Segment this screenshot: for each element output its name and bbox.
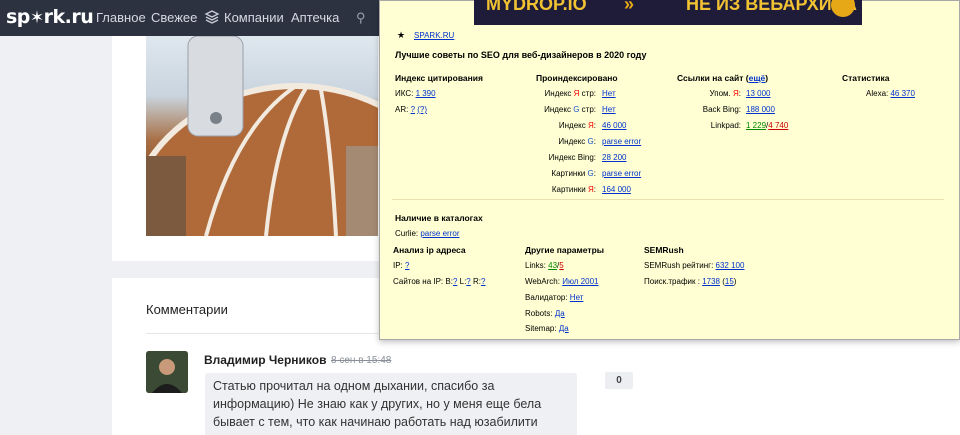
nav-item-pharmacy[interactable]: Аптечка (291, 10, 339, 25)
sitemap-label: Sitemap: Да (525, 324, 569, 333)
semrush-rating-label: SEMRush рейтинг: 632 100 (644, 261, 745, 270)
ip-heading: Анализ ip адреса (393, 245, 466, 255)
indexed-row-label: Индекс Я: (558, 121, 596, 130)
mentions-value[interactable]: 13 000 (746, 89, 770, 98)
semrush-heading: SEMRush (644, 245, 684, 255)
panel-divider (392, 199, 944, 200)
indexed-row-value[interactable]: parse error (602, 137, 641, 146)
star-icon: ★ (397, 30, 406, 40)
ar-value-secondary[interactable]: (?) (417, 105, 427, 114)
indexed-row-label: Индекс G: (558, 137, 596, 146)
indexed-row-label: Картинки Я: (551, 185, 596, 194)
iks-value[interactable]: 1 390 (416, 89, 436, 98)
alexa-label: Alexa: 46 370 (866, 89, 915, 98)
robots-value[interactable]: Да (555, 309, 565, 318)
indexed-row-label: Индекс Я стр: (544, 89, 596, 98)
comment-author[interactable]: Владимир Черников (204, 353, 327, 367)
banner-left-text: MYDROP.IO (486, 0, 587, 14)
linkpad-value-1[interactable]: 1 229 (746, 121, 766, 130)
indexed-row-value[interactable]: Нет (602, 89, 616, 98)
indexed-row-value[interactable]: 46 000 (602, 121, 626, 130)
indexed-heading: Проиндексировано (536, 73, 618, 83)
banner-arrows-icon: » (624, 0, 635, 14)
page-title: Лучшие советы по SEO для веб-дизайнеров … (395, 50, 647, 60)
stats-heading: Статистика (842, 73, 890, 83)
search-traffic-value[interactable]: 1738 (702, 277, 720, 286)
links-value-2[interactable]: 5 (559, 261, 563, 270)
vote-counter[interactable]: 0 (605, 372, 633, 389)
comments-divider (146, 333, 378, 334)
sitemap-value[interactable]: Да (559, 324, 569, 333)
companies-layers-icon (204, 10, 220, 24)
nav-item-main[interactable]: Главное (96, 10, 146, 25)
ip-label: IP: ? (393, 261, 410, 270)
search-icon[interactable]: ⚲ (356, 10, 366, 26)
alexa-value[interactable]: 46 370 (890, 89, 914, 98)
webarch-value[interactable]: Июл 2001 (562, 277, 598, 286)
site-link[interactable]: SPARK.RU (414, 31, 454, 40)
webarch-label: WebArch: Июл 2001 (525, 277, 599, 286)
indexed-row-value[interactable]: 164 000 (602, 185, 631, 194)
validator-value[interactable]: Нет (570, 293, 584, 302)
logo-star-icon: ✶ (29, 8, 44, 28)
search-traffic-extra[interactable]: 15 (725, 277, 734, 286)
links-heading: Ссылки на сайт (ещё) (677, 73, 769, 83)
avatar[interactable] (146, 351, 188, 393)
ar-label: AR: ? (?) (395, 105, 428, 114)
other-params-heading: Другие параметры (525, 245, 605, 255)
comments-heading: Комментарии (146, 302, 228, 317)
indexed-row-value[interactable]: Нет (602, 105, 616, 114)
linkpad-values: 1 229/4 740 (746, 121, 789, 130)
site-logo[interactable]: sp✶rk.ru (6, 6, 94, 28)
banner-coin-icon (831, 0, 855, 17)
nav-item-fresh[interactable]: Свежее (151, 10, 197, 25)
seo-info-panel: ★ SPARK.RU Лучшие советы по SEO для веб-… (379, 0, 960, 340)
sites-on-ip-label: Сайтов на IP: B:? L:? R:? (393, 277, 486, 286)
indexed-row-value[interactable]: 28 200 (602, 153, 626, 162)
sites-r-value[interactable]: ? (481, 277, 485, 286)
ip-value[interactable]: ? (405, 261, 409, 270)
links-label: Links: 43/5 (525, 261, 564, 270)
user-avatar-icon (146, 351, 188, 393)
article-image (146, 36, 378, 236)
semrush-rating-value[interactable]: 632 100 (716, 261, 745, 270)
comment-time: 8 сен в 15:48 (331, 355, 392, 366)
linkpad-label: Linkpad: (710, 121, 741, 130)
linkpad-value-2[interactable]: 4 740 (768, 121, 788, 130)
iks-label: ИКС: 1 390 (395, 89, 436, 98)
links-more-link[interactable]: ещё (749, 73, 766, 83)
robots-label: Robots: Да (525, 309, 565, 318)
indexed-row-label: Картинки G: (551, 169, 596, 178)
search-traffic-label: Поиск.трафик : 1738 (15) (644, 277, 737, 286)
curlie-value[interactable]: parse error (420, 229, 459, 238)
ar-value[interactable]: ? (411, 105, 415, 114)
indexed-row-label: Индекс Bing: (548, 153, 596, 162)
validator-label: Валидатор: Нет (525, 293, 584, 302)
comment-text: Статью прочитал на одном дыхании, спасиб… (205, 373, 577, 435)
curlie-label: Curlie: parse error (395, 229, 460, 238)
indexed-row-value[interactable]: parse error (602, 169, 641, 178)
catalogs-heading: Наличие в каталогах (395, 213, 483, 223)
back-bing-value[interactable]: 188 000 (746, 105, 775, 114)
indexed-row-label: Индекс G стр: (544, 105, 596, 114)
back-bing-label: Back Bing: (702, 105, 741, 114)
mentions-label: Упом. Я: (709, 89, 741, 98)
citation-heading: Индекс цитирования (395, 73, 483, 83)
ad-banner[interactable]: MYDROP.IO » НЕ ИЗ ВЕБАРХИВА (474, 0, 862, 25)
nav-item-companies[interactable]: Компании (224, 10, 284, 25)
links-value-1[interactable]: 43 (548, 261, 557, 270)
article-illustration (146, 36, 378, 236)
